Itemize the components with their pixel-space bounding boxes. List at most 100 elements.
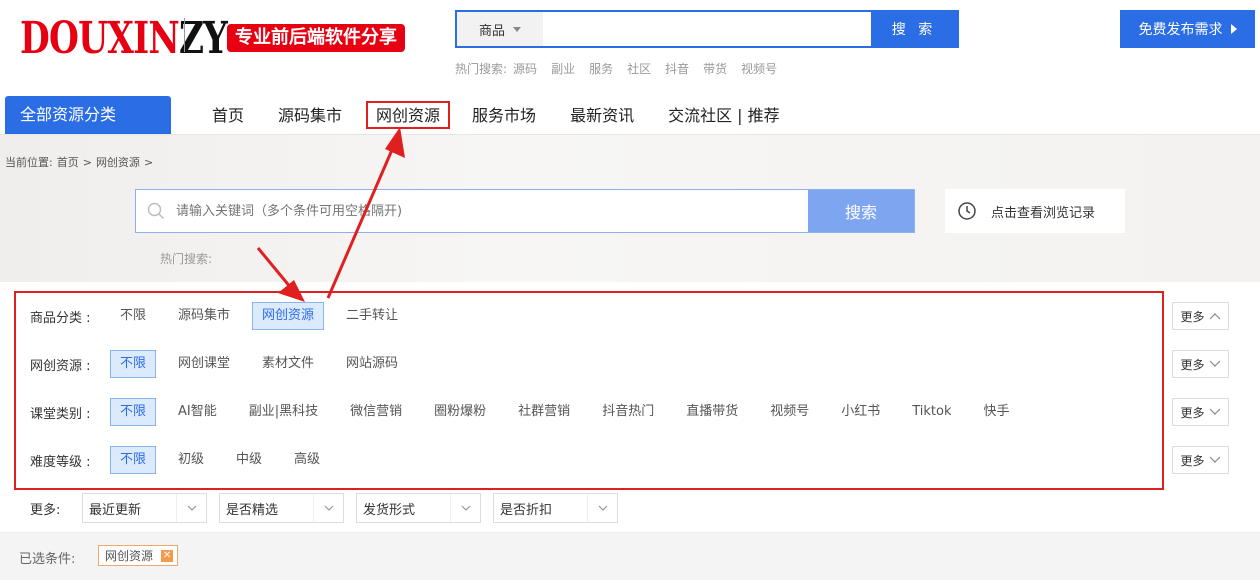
filter-option[interactable]: 快手 xyxy=(974,398,1020,426)
publish-request-button[interactable]: 免费发布需求 xyxy=(1120,10,1255,48)
filter-row-category: 商品分类 : 不限 源码集市 网创资源 二手转让 xyxy=(30,301,420,331)
more-button-class-type[interactable]: 更多 xyxy=(1172,398,1229,426)
search-category-label: 商品 xyxy=(478,23,505,39)
clock-icon xyxy=(958,202,976,220)
filter-option[interactable]: 二手转让 xyxy=(336,302,408,330)
breadcrumb-label: 当前位置: xyxy=(5,156,53,169)
filter-label: 课堂类别 : xyxy=(30,406,91,422)
main-hot-search-label: 热门搜索: xyxy=(160,252,213,266)
hot-search-item[interactable]: 视频号 xyxy=(741,60,777,77)
hot-search-item[interactable]: 副业 xyxy=(551,60,575,77)
chevron-up-icon xyxy=(1209,313,1220,320)
more-button-difficulty[interactable]: 更多 xyxy=(1172,446,1229,474)
filter-option-selected[interactable]: 不限 xyxy=(110,350,157,378)
filter-label: 难度等级 : xyxy=(30,454,91,470)
nav-item-service-market[interactable]: 服务市场 xyxy=(456,101,552,129)
filter-option[interactable]: 不限 xyxy=(110,302,156,330)
breadcrumb-sep: > xyxy=(143,156,154,169)
top-search-button[interactable]: 搜 索 xyxy=(871,12,957,46)
filter-option[interactable]: 小红书 xyxy=(831,398,890,426)
filter-option[interactable]: 抖音热门 xyxy=(592,398,664,426)
discount-dropdown[interactable]: 是否折扣 xyxy=(493,493,618,523)
hot-search-item[interactable]: 社区 xyxy=(627,60,651,77)
selected-conditions-label: 已选条件: xyxy=(19,552,76,567)
filter-option[interactable]: 源码集市 xyxy=(168,302,240,330)
filter-option[interactable]: 圈粉爆粉 xyxy=(424,398,496,426)
filter-label: 网创资源 : xyxy=(30,358,91,374)
nav-item-community[interactable]: 交流社区 | 推荐 xyxy=(652,101,796,129)
main-search-bar: 搜索 xyxy=(135,189,915,233)
filter-option-selected[interactable]: 网创资源 xyxy=(252,302,325,330)
selected-conditions: 已选条件: 网创资源 ✕ xyxy=(0,532,1260,580)
more-label: 更多 xyxy=(1180,357,1205,372)
nav-item-source-market[interactable]: 源码集市 xyxy=(262,101,358,129)
filter-option[interactable]: 素材文件 xyxy=(252,350,324,378)
nav-item-home[interactable]: 首页 xyxy=(196,101,260,129)
main-search-input[interactable] xyxy=(176,190,808,232)
chip-label: 网创资源 xyxy=(105,549,154,563)
filter-option[interactable]: 直播带货 xyxy=(676,398,748,426)
featured-dropdown[interactable]: 是否精选 xyxy=(219,493,344,523)
filter-option[interactable]: 高级 xyxy=(284,446,330,474)
chevron-down-icon xyxy=(587,494,617,522)
filter-option[interactable]: AI智能 xyxy=(168,398,227,426)
hot-search-item[interactable]: 源码 xyxy=(513,60,537,77)
breadcrumb-home[interactable]: 首页 xyxy=(57,156,79,169)
filter-option[interactable]: 微信营销 xyxy=(340,398,412,426)
filter-option-selected[interactable]: 不限 xyxy=(110,398,157,426)
nav-item-online-resources[interactable]: 网创资源 xyxy=(366,101,451,129)
main-nav: 全部资源分类 首页 源码集市 网创资源 服务市场 最新资讯 交流社区 | 推荐 xyxy=(0,96,1260,134)
sort-dropdown[interactable]: 最近更新 xyxy=(82,493,207,523)
more-filters-row: 更多: 最近更新 是否精选 发货形式 是否折扣 xyxy=(30,493,630,523)
hot-search-item[interactable]: 抖音 xyxy=(665,60,689,77)
dropdown-value: 发货形式 xyxy=(363,502,416,518)
filter-option[interactable]: Tiktok xyxy=(902,398,961,426)
delivery-dropdown[interactable]: 发货形式 xyxy=(356,493,481,523)
filter-option[interactable]: 中级 xyxy=(226,446,272,474)
hot-search-item[interactable]: 带货 xyxy=(703,60,727,77)
selected-chip[interactable]: 网创资源 ✕ xyxy=(98,545,179,566)
filter-option[interactable]: 网创课堂 xyxy=(168,350,240,378)
breadcrumb-current[interactable]: 网创资源 xyxy=(96,156,140,169)
nav-items: 首页 源码集市 网创资源 服务市场 最新资讯 交流社区 | 推荐 xyxy=(196,96,798,134)
hot-search-item[interactable]: 服务 xyxy=(589,60,613,77)
caret-down-icon xyxy=(513,26,521,32)
dropdown-value: 是否精选 xyxy=(226,502,279,518)
filter-option[interactable]: 视频号 xyxy=(760,398,819,426)
breadcrumb-sep: > xyxy=(82,156,92,169)
search-hero: 当前位置:首页>网创资源> 搜索 点击查看浏览记录 热门搜索: xyxy=(0,134,1260,282)
search-category-select[interactable]: 商品 xyxy=(457,12,543,46)
dropdown-value: 是否折扣 xyxy=(500,502,553,518)
top-search-bar: 商品 搜 索 xyxy=(455,10,959,48)
main-search-button[interactable]: 搜索 xyxy=(808,190,914,232)
chevron-down-icon xyxy=(313,494,343,522)
more-button-category[interactable]: 更多 xyxy=(1172,302,1229,330)
browse-history-button[interactable]: 点击查看浏览记录 xyxy=(945,189,1125,233)
filter-option[interactable]: 社群营销 xyxy=(508,398,580,426)
filter-option[interactable]: 副业|黑科技 xyxy=(239,398,328,426)
filter-row-difficulty: 难度等级 : 不限 初级 中级 高级 xyxy=(30,445,342,475)
browse-history-label: 点击查看浏览记录 xyxy=(991,205,1096,221)
chevron-down-icon xyxy=(1209,360,1220,367)
hot-search-label: 热门搜索: xyxy=(455,62,508,76)
triangle-right-icon xyxy=(1230,24,1237,34)
filter-row-resources: 网创资源 : 不限 网创课堂 素材文件 网站源码 xyxy=(30,349,420,379)
more-filters-label: 更多: xyxy=(30,502,61,518)
logo-text: DOUXINZY xyxy=(20,13,228,64)
search-icon xyxy=(136,190,176,232)
nav-item-news[interactable]: 最新资讯 xyxy=(554,101,650,129)
filter-option-selected[interactable]: 不限 xyxy=(110,446,157,474)
chevron-down-icon xyxy=(450,494,480,522)
filter-option[interactable]: 初级 xyxy=(168,446,214,474)
breadcrumb: 当前位置: 首页 > 网创资源 > xyxy=(5,154,157,170)
more-label: 更多 xyxy=(1180,453,1205,468)
more-button-resources[interactable]: 更多 xyxy=(1172,350,1229,378)
filter-option[interactable]: 网站源码 xyxy=(336,350,408,378)
all-categories-button[interactable]: 全部资源分类 xyxy=(5,96,171,134)
close-icon[interactable]: ✕ xyxy=(161,549,174,562)
logo-divider xyxy=(184,18,185,52)
slogan-badge: 专业前后端软件分享 xyxy=(227,24,405,52)
hot-search-list: 热门搜索: 源码 副业 服务 社区 抖音 带货 视频号 xyxy=(455,60,791,77)
top-search-input[interactable] xyxy=(543,12,871,46)
chevron-down-icon xyxy=(176,494,206,522)
